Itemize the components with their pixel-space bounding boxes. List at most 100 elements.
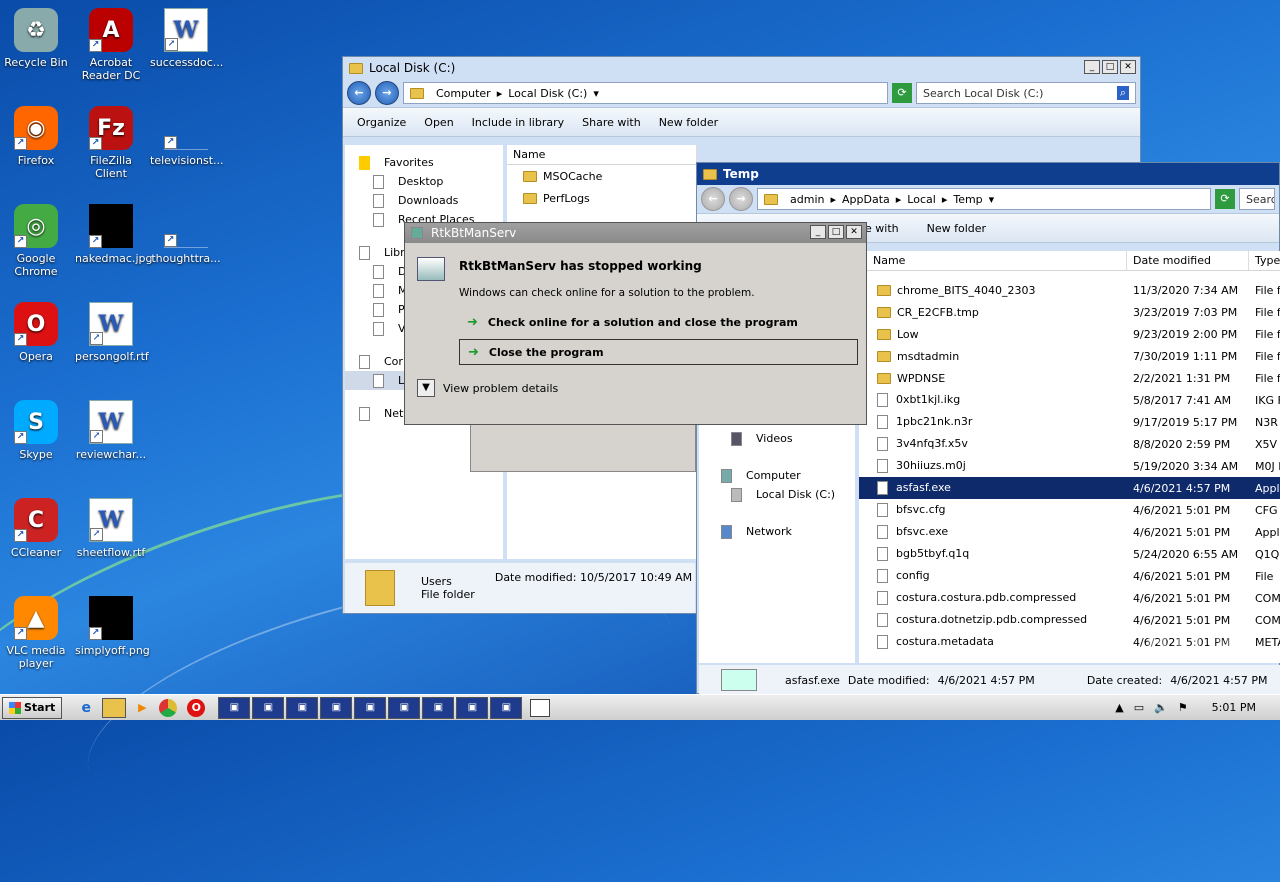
taskbar-window-button[interactable]: ▣ bbox=[252, 696, 285, 719]
close-program-button[interactable]: ➜ Close the program bbox=[459, 339, 858, 365]
chrome-icon[interactable] bbox=[159, 698, 178, 717]
crumb[interactable]: Local Disk (C:) bbox=[508, 87, 587, 100]
share-with-button[interactable]: e with bbox=[865, 222, 899, 235]
nav-item[interactable]: Downloads bbox=[345, 191, 503, 210]
close-button[interactable]: ✕ bbox=[1120, 60, 1136, 74]
desktop-icon[interactable]: ♻ Recycle Bin bbox=[0, 8, 72, 69]
start-button[interactable]: Start bbox=[2, 696, 63, 719]
opera-icon[interactable]: O bbox=[187, 698, 206, 717]
desktop-icon[interactable]: ↗ simplyoff.png bbox=[75, 596, 150, 657]
nav-videos[interactable]: Videos bbox=[699, 429, 855, 448]
file-row[interactable]: chrome_BITS_4040_2303 11/3/2020 7:34 AM Fi… bbox=[859, 279, 1280, 301]
desktop-icon[interactable]: W ↗ successdoc... bbox=[150, 8, 223, 69]
file-row[interactable]: WPDNSE 2/2/2021 1:31 PM File fo bbox=[859, 367, 1280, 389]
file-row[interactable]: 3v4nfq3f.x5v 8/8/2020 2:59 PM X5V F bbox=[859, 433, 1280, 455]
desktop-icon[interactable]: W ↗ reviewchar... bbox=[75, 400, 147, 461]
tray-expand-icon[interactable]: ▲ bbox=[1115, 701, 1123, 714]
check-online-button[interactable]: ➜ Check online for a solution and close t… bbox=[459, 309, 858, 335]
file-row[interactable]: Low 9/23/2019 2:00 PM File fo bbox=[859, 323, 1280, 345]
desktop-icon[interactable]: C ↗ CCleaner bbox=[0, 498, 72, 559]
new-folder-button[interactable]: New folder bbox=[927, 222, 986, 235]
refresh-icon[interactable]: ⟳ bbox=[1215, 189, 1235, 209]
address-bar[interactable]: Computer ▸ Local Disk (C:) ▾ bbox=[403, 82, 888, 104]
nav-local-disk[interactable]: Local Disk (C:) bbox=[699, 485, 855, 504]
close-button[interactable]: ✕ bbox=[846, 225, 862, 239]
nav-item[interactable]: Desktop bbox=[345, 172, 503, 191]
open-button[interactable]: Open bbox=[424, 116, 453, 129]
desktop-icon[interactable]: ↗ televisionst... bbox=[150, 106, 224, 167]
file-row[interactable]: config 4/6/2021 5:01 PM File bbox=[859, 565, 1280, 587]
desktop-icon[interactable]: ◎ ↗ Google Chrome bbox=[0, 204, 72, 278]
file-row[interactable]: 30hiiuzs.m0j 5/19/2020 3:34 AM M0J F bbox=[859, 455, 1280, 477]
column-name[interactable]: Name bbox=[507, 145, 697, 164]
minimize-button[interactable]: _ bbox=[1084, 60, 1100, 74]
forward-button[interactable]: → bbox=[729, 187, 753, 211]
forward-button[interactable]: → bbox=[375, 81, 399, 105]
taskbar-window-button[interactable]: ▣ bbox=[218, 696, 251, 719]
media-player-icon[interactable]: ▶ bbox=[130, 701, 154, 714]
desktop-icon[interactable]: O ↗ Opera bbox=[0, 302, 72, 363]
file-row[interactable]: asfasf.exe 4/6/2021 4:57 PM Applic bbox=[859, 477, 1280, 499]
desktop-icon[interactable]: S ↗ Skype bbox=[0, 400, 72, 461]
file-row[interactable]: bgb5tbyf.q1q 5/24/2020 6:55 AM Q1Q F bbox=[859, 543, 1280, 565]
desktop-icon[interactable]: A ↗ Acrobat Reader DC bbox=[75, 8, 147, 82]
taskbar-window-button[interactable]: ▣ bbox=[320, 696, 353, 719]
list-item[interactable]: PerfLogs bbox=[507, 187, 697, 209]
crumb[interactable]: Computer bbox=[436, 87, 491, 100]
taskbar-window-button[interactable]: ▣ bbox=[354, 696, 387, 719]
taskbar-window-button[interactable]: ▣ bbox=[422, 696, 455, 719]
file-row[interactable]: bfsvc.exe 4/6/2021 5:01 PM Applic bbox=[859, 521, 1280, 543]
share-with-button[interactable]: Share with bbox=[582, 116, 641, 129]
new-folder-button[interactable]: New folder bbox=[659, 116, 718, 129]
file-row[interactable]: CR_E2CFB.tmp 3/23/2019 7:03 PM File fo bbox=[859, 301, 1280, 323]
column-type[interactable]: Type bbox=[1249, 251, 1280, 270]
flag-icon[interactable]: ⚑ bbox=[1178, 701, 1188, 714]
speaker-icon[interactable]: 🔈 bbox=[1154, 701, 1168, 714]
nav-item[interactable]: Favorites bbox=[345, 153, 503, 172]
error-dialog[interactable]: RtkBtManServ _ □ ✕ RtkBtManServ has stoppe… bbox=[404, 222, 867, 425]
desktop-icon[interactable]: Fz ↗ FileZilla Client bbox=[75, 106, 147, 180]
search-icon[interactable]: ⌕ bbox=[1116, 86, 1129, 100]
network-icon[interactable]: ▭ bbox=[1134, 701, 1144, 714]
taskbar-window-button[interactable]: ▣ bbox=[388, 696, 421, 719]
list-item[interactable]: MSOCache bbox=[507, 165, 697, 187]
address-bar[interactable]: admin ▸ AppData ▸ Local ▸ Temp ▾ bbox=[757, 188, 1211, 210]
explorer-icon[interactable] bbox=[102, 697, 127, 718]
column-name[interactable]: Name bbox=[859, 251, 1127, 270]
taskbar-window-button[interactable]: ▣ bbox=[286, 696, 319, 719]
desktop-icon[interactable]: ▲ ↗ VLC media player bbox=[0, 596, 72, 670]
search-input[interactable]: Searc bbox=[1239, 188, 1275, 210]
ie-icon[interactable]: e bbox=[74, 700, 98, 716]
taskbar-window-button[interactable]: ▣ bbox=[490, 696, 523, 719]
minimize-button[interactable]: _ bbox=[810, 225, 826, 239]
desktop-icon[interactable]: ↗ nakedmac.jpg bbox=[75, 204, 152, 265]
chevron-down-icon[interactable]: ▼ bbox=[417, 379, 435, 397]
back-button[interactable]: ← bbox=[347, 81, 371, 105]
column-date[interactable]: Date modified bbox=[1127, 251, 1249, 270]
file-row[interactable]: costura.costura.pdb.compressed 4/6/2021 5… bbox=[859, 587, 1280, 609]
file-row[interactable]: msdtadmin 7/30/2019 1:11 PM File fo bbox=[859, 345, 1280, 367]
taskbar-window-button[interactable]: ▣ bbox=[456, 696, 489, 719]
file-row[interactable]: 0xbt1kjl.ikg 5/8/2017 7:41 AM IKG F bbox=[859, 389, 1280, 411]
file-row[interactable]: 1pbc21nk.n3r 9/17/2019 5:17 PM N3R F bbox=[859, 411, 1280, 433]
maximize-button[interactable]: □ bbox=[828, 225, 844, 239]
desktop-icon[interactable]: W ↗ sheetflow.rtf bbox=[75, 498, 147, 559]
refresh-icon[interactable]: ⟳ bbox=[892, 83, 912, 103]
search-input[interactable]: Search Local Disk (C:) ⌕ bbox=[916, 82, 1136, 104]
crumb[interactable]: Local bbox=[907, 193, 936, 206]
organize-button[interactable]: Organize bbox=[357, 116, 406, 129]
crumb[interactable]: admin bbox=[790, 193, 824, 206]
clock[interactable]: 5:01 PM bbox=[1212, 701, 1256, 714]
nav-network[interactable]: Network bbox=[699, 522, 855, 541]
back-button[interactable]: ← bbox=[701, 187, 725, 211]
include-library-button[interactable]: Include in library bbox=[472, 116, 564, 129]
file-row[interactable]: bfsvc.cfg 4/6/2021 5:01 PM CFG F bbox=[859, 499, 1280, 521]
desktop-icon[interactable]: W ↗ persongolf.rtf bbox=[75, 302, 149, 363]
task-manager-icon[interactable] bbox=[530, 698, 551, 717]
desktop-icon[interactable]: ◉ ↗ Firefox bbox=[0, 106, 72, 167]
crumb[interactable]: AppData bbox=[842, 193, 890, 206]
desktop-icon[interactable]: ↗ thoughttra... bbox=[150, 204, 222, 265]
view-details-link[interactable]: View problem details bbox=[443, 382, 558, 395]
nav-computer[interactable]: Computer bbox=[699, 466, 855, 485]
maximize-button[interactable]: □ bbox=[1102, 60, 1118, 74]
